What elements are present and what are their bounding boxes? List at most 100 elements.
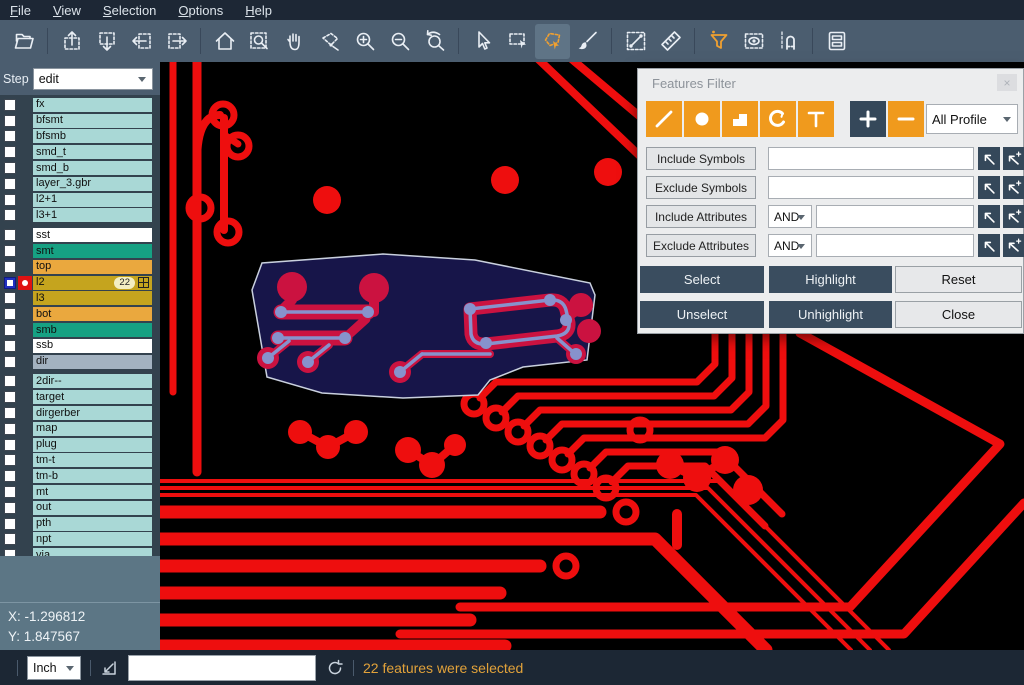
pan-up-button[interactable] [54,24,89,59]
layer-visibility-checkbox[interactable] [4,277,16,289]
layer-item[interactable]: layer_3.gbr [33,177,152,191]
open-job-button[interactable] [6,24,41,59]
layer-visibility-checkbox[interactable] [4,375,16,387]
layer-visibility-checkbox[interactable] [4,356,16,368]
layer-visibility-checkbox[interactable] [4,146,16,158]
layer-item[interactable]: npt [33,532,152,546]
step-select[interactable]: edit [33,68,153,90]
paint-brush-button[interactable] [570,24,605,59]
filter-surface-button[interactable] [722,101,758,137]
layer-item[interactable]: l3+1 [33,208,152,222]
zoom-previous-button[interactable] [417,24,452,59]
layer-item[interactable]: dirgerber [33,406,152,420]
zoom-object-button[interactable] [312,24,347,59]
dialog-close-button[interactable]: × [997,74,1017,91]
layer-item[interactable]: tm-b [33,469,152,483]
pick-symbol-button[interactable] [978,147,1000,170]
command-input[interactable] [128,655,316,681]
layer-visibility-checkbox[interactable] [4,209,16,221]
layer-visibility-checkbox[interactable] [4,340,16,352]
layer-visibility-checkbox[interactable] [4,308,16,320]
menu-options[interactable]: Options [178,3,223,18]
layer-visibility-checkbox[interactable] [4,324,16,336]
layer-item[interactable]: bfsmt [33,114,152,128]
unhighlight-button[interactable]: Unhighlight [769,301,892,328]
measure-distance-button[interactable] [618,24,653,59]
layer-visibility-checkbox[interactable] [4,245,16,257]
layer-visibility-checkbox[interactable] [4,162,16,174]
layer-visibility-checkbox[interactable] [4,194,16,206]
layer-visibility-checkbox[interactable] [4,99,16,111]
measure-ruler-button[interactable] [653,24,688,59]
exclude-attributes-logic-select[interactable]: AND [768,234,812,257]
layer-item[interactable]: pth [33,517,152,531]
layer-item[interactable]: fx [33,98,152,112]
exclude-attributes-input[interactable] [816,234,974,257]
menu-file[interactable]: File [10,3,31,18]
layer-visibility-checkbox[interactable] [4,229,16,241]
layer-item[interactable]: sst [33,228,152,242]
layer-item[interactable]: plug [33,438,152,452]
reset-button[interactable]: Reset [895,266,1022,293]
layer-visibility-checkbox[interactable] [4,502,16,514]
features-filter-button[interactable] [701,24,736,59]
view-options-button[interactable] [736,24,771,59]
select-polygon-button[interactable] [535,24,570,59]
menu-help[interactable]: Help [245,3,272,18]
layer-item[interactable]: out [33,501,152,515]
layer-item[interactable]: 2dir-- [33,374,152,388]
layer-item[interactable]: smd_b [33,161,152,175]
layer-item[interactable]: bfsmb [33,129,152,143]
pan-right-button[interactable] [159,24,194,59]
layer-item[interactable]: l2+1 [33,193,152,207]
zoom-window-button[interactable] [242,24,277,59]
layer-item[interactable]: top [33,260,152,274]
layer-item[interactable]: smb [33,323,152,337]
layer-visibility-checkbox[interactable] [4,518,16,530]
include-symbols-button[interactable]: Include Symbols [646,147,756,170]
layer-item[interactable]: ssb [33,339,152,353]
filter-text-button[interactable] [798,101,834,137]
layer-item[interactable]: dir [33,355,152,369]
layer-visibility-checkbox[interactable] [4,486,16,498]
layer-item[interactable]: smt [33,244,152,258]
highlight-button[interactable]: Highlight [769,266,892,293]
layer-visibility-checkbox[interactable] [4,533,16,545]
layer-item[interactable]: l222 [33,276,152,290]
layer-item[interactable]: mt [33,485,152,499]
layer-visibility-checkbox[interactable] [4,391,16,403]
pick-add-attribute-button[interactable] [1003,234,1024,257]
zoom-in-button[interactable] [347,24,382,59]
layer-visibility-checkbox[interactable] [4,407,16,419]
filter-pad-button[interactable] [684,101,720,137]
layer-item[interactable]: tm-t [33,453,152,467]
pointer-select-button[interactable] [465,24,500,59]
pan-hand-button[interactable] [277,24,312,59]
pick-add-symbol-button[interactable] [1003,147,1024,170]
pick-attribute-button[interactable] [978,205,1000,228]
layer-item[interactable]: map [33,422,152,436]
pan-left-button[interactable] [124,24,159,59]
layer-visibility-checkbox[interactable] [4,423,16,435]
pan-down-button[interactable] [89,24,124,59]
pick-add-symbol-button[interactable] [1003,176,1024,199]
layer-item[interactable]: l3 [33,291,152,305]
layer-visibility-checkbox[interactable] [4,178,16,190]
zoom-home-button[interactable] [207,24,242,59]
polarity-negative-button[interactable] [888,101,924,137]
layer-visibility-checkbox[interactable] [4,470,16,482]
exclude-attributes-button[interactable]: Exclude Attributes [646,234,756,257]
angle-measure-button[interactable] [100,659,118,677]
polarity-positive-button[interactable] [850,101,886,137]
layer-visibility-checkbox[interactable] [4,261,16,273]
pick-attribute-button[interactable] [978,234,1000,257]
unit-select[interactable]: Inch [27,656,81,680]
exclude-symbols-button[interactable]: Exclude Symbols [646,176,756,199]
pick-symbol-button[interactable] [978,176,1000,199]
menu-view[interactable]: View [53,3,81,18]
layer-visibility-checkbox[interactable] [4,439,16,451]
refresh-button[interactable] [326,659,344,677]
unselect-button[interactable]: Unselect [640,301,764,328]
layer-item[interactable]: bot [33,307,152,321]
layer-visibility-checkbox[interactable] [4,130,16,142]
